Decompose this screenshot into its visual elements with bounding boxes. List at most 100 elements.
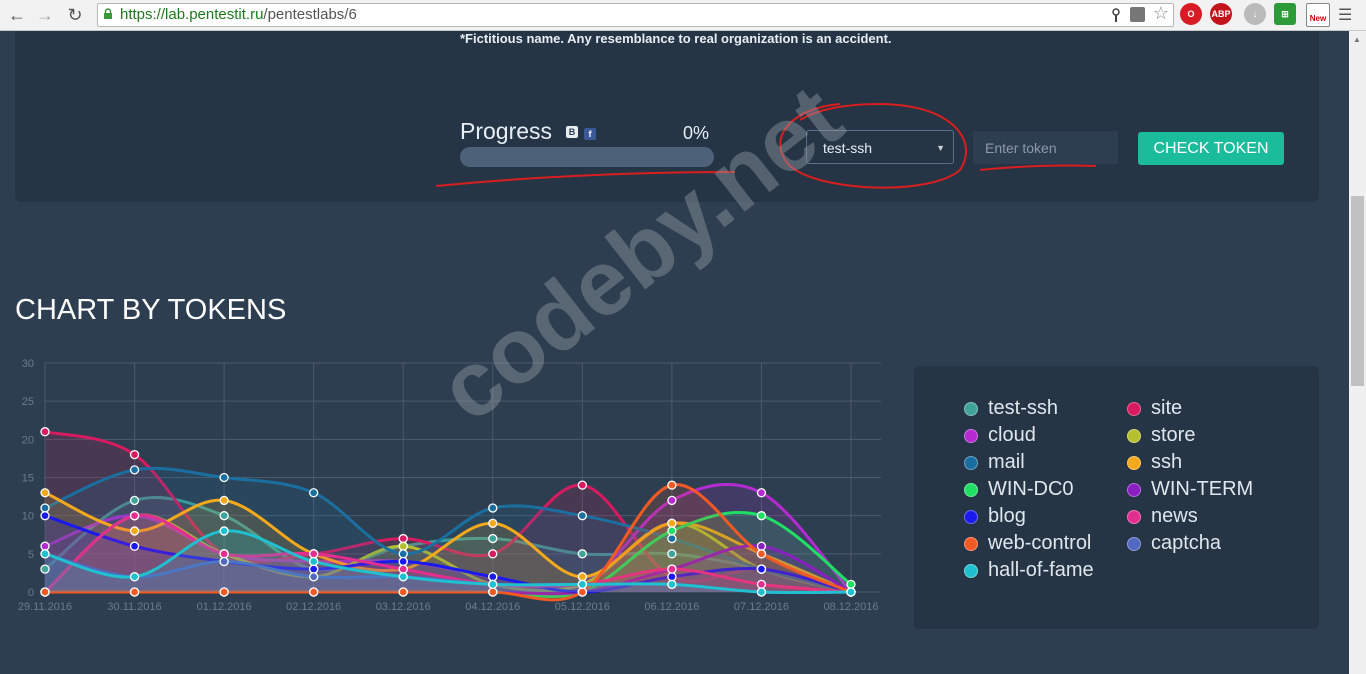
data-point xyxy=(667,480,677,490)
y-tick-label: 10 xyxy=(22,511,34,523)
data-point xyxy=(846,579,856,590)
bookmark-star-icon[interactable]: ☆ xyxy=(1153,3,1169,24)
download-icon[interactable]: ↓ xyxy=(1244,3,1266,25)
data-point xyxy=(667,579,677,590)
x-tick-label: 07.12.2016 xyxy=(734,601,789,613)
data-point xyxy=(577,480,587,490)
legend-item[interactable]: store xyxy=(1127,424,1195,447)
facebook-share-icon[interactable]: f xyxy=(584,128,596,140)
legend-swatch xyxy=(1127,455,1141,470)
vertical-scrollbar[interactable]: ▲ xyxy=(1349,31,1366,674)
legend-item[interactable]: captcha xyxy=(1127,532,1221,555)
forward-icon[interactable]: → xyxy=(34,4,56,26)
legend-item[interactable]: web-control xyxy=(964,532,1091,555)
legend-swatch xyxy=(964,509,978,524)
data-point xyxy=(40,541,50,551)
y-tick-label: 30 xyxy=(22,358,34,370)
data-point xyxy=(667,518,677,528)
data-point xyxy=(577,511,587,521)
key-icon[interactable] xyxy=(1111,8,1121,22)
data-point xyxy=(756,549,767,559)
legend-swatch xyxy=(1127,428,1141,443)
url-host: https://lab.pentestit.ru xyxy=(120,6,264,23)
scrollbar-thumb[interactable] xyxy=(1351,196,1364,386)
y-tick-label: 15 xyxy=(22,473,34,485)
data-point xyxy=(219,556,229,567)
legend-item[interactable]: cloud xyxy=(964,424,1036,447)
legend-label: web-control xyxy=(988,532,1092,554)
address-bar[interactable]: https://lab.pentestit.ru/pentestlabs/6 ☆ xyxy=(97,3,1174,27)
legend-label: cloud xyxy=(988,424,1036,446)
legend-item[interactable]: site xyxy=(1127,397,1182,420)
legend-label: store xyxy=(1151,424,1196,446)
legend-item[interactable]: hall-of-fame xyxy=(964,559,1094,582)
legend-item[interactable]: mail xyxy=(964,451,1025,474)
legend-item[interactable]: ssh xyxy=(1127,451,1182,474)
chart-title: CHART BY TOKENS xyxy=(15,294,287,326)
legend-label: site xyxy=(1151,397,1183,419)
chevron-down-icon: ▼ xyxy=(936,143,945,153)
new-extension-icon[interactable]: New xyxy=(1306,3,1330,27)
data-point xyxy=(756,587,767,597)
data-point xyxy=(398,549,408,559)
y-tick-label: 20 xyxy=(22,434,34,446)
menu-icon[interactable]: ☰ xyxy=(1338,5,1352,25)
progress-bar xyxy=(460,147,714,167)
legend-swatch xyxy=(1127,401,1141,416)
data-point xyxy=(40,488,50,498)
data-point xyxy=(309,587,319,597)
vk-share-icon[interactable]: B xyxy=(566,126,578,138)
data-point xyxy=(129,511,140,521)
token-input[interactable] xyxy=(973,131,1118,164)
data-point xyxy=(40,587,50,597)
legend-item[interactable]: news xyxy=(1127,505,1198,528)
data-point xyxy=(398,572,408,582)
browser-toolbar: ← → ↻ https://lab.pentestit.ru/pentestla… xyxy=(0,0,1366,31)
data-point xyxy=(488,579,498,590)
save-extension-icon[interactable]: ⊞ xyxy=(1274,3,1296,25)
legend-swatch xyxy=(964,401,978,416)
legend-item[interactable]: WIN-TERM xyxy=(1127,478,1253,501)
legend-label: WIN-TERM xyxy=(1151,478,1254,500)
data-point xyxy=(577,579,587,590)
data-point xyxy=(488,533,498,544)
data-point xyxy=(309,564,319,574)
data-point xyxy=(667,495,677,506)
data-point xyxy=(40,549,50,559)
legend-swatch xyxy=(964,455,978,470)
back-icon[interactable]: ← xyxy=(6,4,28,26)
data-point xyxy=(309,572,319,582)
data-point xyxy=(488,572,498,582)
lab-select[interactable]: test-ssh ▼ xyxy=(806,130,954,164)
data-point xyxy=(40,503,50,513)
data-point xyxy=(219,587,229,597)
opera-icon[interactable]: O xyxy=(1180,3,1202,25)
url-path: /pentestlabs/6 xyxy=(263,6,357,23)
y-tick-label: 25 xyxy=(22,396,34,408)
data-point xyxy=(219,511,229,521)
legend-item[interactable]: test-ssh xyxy=(964,397,1058,420)
legend-label: blog xyxy=(988,505,1026,527)
legend-label: captcha xyxy=(1151,532,1222,554)
x-tick-label: 05.12.2016 xyxy=(555,601,610,613)
legend-item[interactable]: blog xyxy=(964,505,1026,528)
data-point xyxy=(577,572,587,582)
check-token-button[interactable]: CHECK TOKEN xyxy=(1138,132,1284,165)
data-point xyxy=(219,495,229,506)
data-point xyxy=(398,533,408,544)
legend-swatch xyxy=(964,482,978,497)
legend-item[interactable]: WIN-DC0 xyxy=(964,478,1074,501)
x-tick-label: 30.11.2016 xyxy=(107,601,161,613)
lab-select-value: test-ssh xyxy=(823,140,873,156)
data-point xyxy=(129,587,140,597)
legend-swatch xyxy=(1127,509,1141,524)
data-point xyxy=(129,465,140,475)
data-point xyxy=(398,587,408,597)
x-tick-label: 04.12.2016 xyxy=(465,601,520,613)
translate-icon[interactable] xyxy=(1130,7,1145,22)
adblock-icon[interactable]: ABP xyxy=(1210,3,1232,25)
reload-icon[interactable]: ↻ xyxy=(64,4,86,26)
scroll-up-icon[interactable]: ▲ xyxy=(1353,35,1361,44)
data-point xyxy=(129,449,140,460)
data-point xyxy=(667,533,677,544)
